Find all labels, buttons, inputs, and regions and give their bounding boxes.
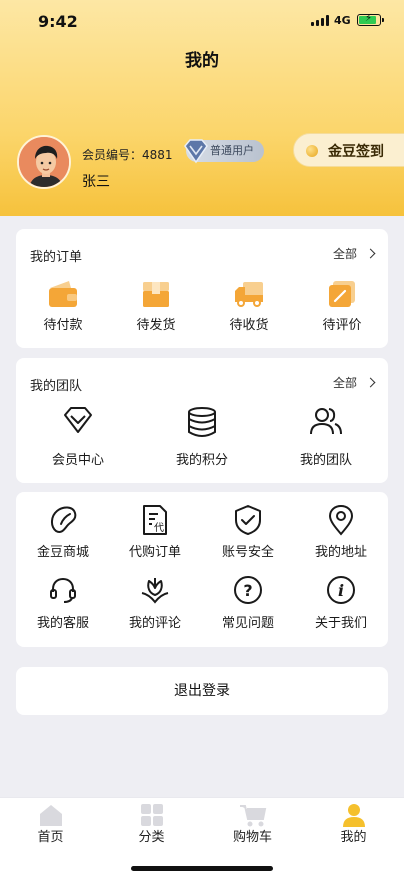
tab-cart[interactable]: 购物车 [202, 798, 303, 858]
gold-bean-mall-entry[interactable]: 金豆商城 [26, 504, 100, 566]
chevron-right-icon [365, 377, 376, 388]
faq-entry[interactable]: ? 常见问题 [211, 575, 285, 637]
document-icon: 代 [140, 504, 170, 540]
orders-view-all-link[interactable]: 全部 [332, 245, 376, 262]
svg-text:i: i [338, 581, 344, 600]
battery-icon: ⚡ [357, 13, 384, 26]
info-icon: i [326, 575, 356, 609]
order-status-to-ship[interactable]: 待发货 [125, 279, 187, 339]
to-receive-label: 待收货 [229, 318, 269, 333]
flower-icon [139, 575, 171, 609]
svg-text:?: ? [243, 581, 252, 600]
tab-mine[interactable]: 我的 [303, 798, 404, 858]
my-points-entry[interactable]: 我的积分 [162, 406, 242, 470]
my-comments-entry[interactable]: 我的评论 [118, 575, 192, 637]
status-time: 9:42 [38, 12, 78, 31]
home-indicator [131, 866, 273, 871]
question-icon: ? [233, 575, 263, 609]
proxy-orders-label: 代购订单 [128, 545, 181, 560]
order-status-to-review[interactable]: 待评价 [311, 279, 373, 339]
team-view-all-link[interactable]: 全部 [332, 374, 376, 391]
tab-category[interactable]: 分类 [101, 798, 202, 858]
avatar[interactable] [17, 135, 71, 189]
people-icon [310, 406, 342, 440]
customer-service-entry[interactable]: 我的客服 [26, 575, 100, 637]
username: 张三 [82, 174, 110, 190]
tab-cart-label: 购物车 [232, 830, 272, 845]
my-address-entry[interactable]: 我的地址 [304, 504, 378, 566]
faq-label: 常见问题 [221, 616, 274, 631]
gold-bean-mall-label: 金豆商城 [36, 545, 89, 560]
proxy-orders-entry[interactable]: 代 代购订单 [118, 504, 192, 566]
my-team-entry[interactable]: 我的团队 [286, 406, 366, 470]
status-bar: 9:42 4G ⚡ [0, 0, 404, 44]
team-view-all-label: 全部 [332, 376, 357, 390]
orders-view-all-label: 全部 [332, 247, 357, 261]
gold-bean-checkin-button[interactable]: 金豆签到 [293, 133, 404, 167]
box-icon [140, 279, 172, 313]
tab-mine-label: 我的 [340, 830, 367, 845]
order-status-pending-payment[interactable]: 待付款 [32, 279, 94, 339]
my-points-label: 我的积分 [175, 453, 228, 468]
edit-icon [326, 279, 358, 313]
logout-button[interactable]: 退出登录 [16, 667, 388, 715]
my-address-label: 我的地址 [314, 545, 367, 560]
my-comments-label: 我的评论 [128, 616, 181, 631]
about-us-entry[interactable]: i 关于我们 [304, 575, 378, 637]
page-title: 我的 [185, 51, 219, 71]
chevron-right-icon [365, 248, 376, 259]
bean-icon [48, 504, 78, 538]
coins-stack-icon [186, 406, 218, 442]
member-center-label: 会员中心 [51, 453, 104, 468]
tab-home[interactable]: 首页 [0, 798, 101, 858]
checkin-label: 金豆签到 [328, 144, 384, 160]
pending-payment-label: 待付款 [43, 318, 83, 333]
my-orders-card: 我的订单 全部 待付款 待发货 待收货 待评价 [16, 229, 388, 348]
to-ship-label: 待发货 [136, 318, 176, 333]
team-title: 我的团队 [30, 379, 83, 394]
svg-text:代: 代 [154, 522, 164, 534]
tab-category-label: 分类 [138, 830, 165, 845]
account-security-entry[interactable]: 账号安全 [211, 504, 285, 566]
wallet-icon [47, 279, 79, 313]
signal-icon [311, 15, 329, 26]
order-status-to-receive[interactable]: 待收货 [218, 279, 280, 339]
to-review-label: 待评价 [322, 318, 362, 333]
shield-check-icon [233, 504, 263, 540]
gem-badge-icon [183, 137, 209, 165]
about-us-label: 关于我们 [314, 616, 367, 631]
network-type: 4G [334, 14, 351, 27]
tab-home-label: 首页 [37, 830, 64, 845]
member-center-entry[interactable]: 会员中心 [38, 406, 118, 470]
truck-icon [233, 279, 265, 313]
location-pin-icon [326, 504, 356, 540]
services-card: 金豆商城 代 代购订单 账号安全 我的地址 我的客服 我的评论 ? 常见问题 i… [16, 492, 388, 647]
account-security-label: 账号安全 [221, 545, 274, 560]
customer-service-label: 我的客服 [36, 616, 89, 631]
headset-icon [48, 575, 78, 609]
gold-bean-icon [306, 145, 318, 157]
orders-title: 我的订单 [30, 250, 83, 265]
my-team-card: 我的团队 全部 会员中心 我的积分 我的团队 [16, 358, 388, 483]
member-number: 会员编号：4881 [82, 148, 173, 162]
my-team-label: 我的团队 [299, 453, 352, 468]
diamond-icon [62, 406, 94, 438]
